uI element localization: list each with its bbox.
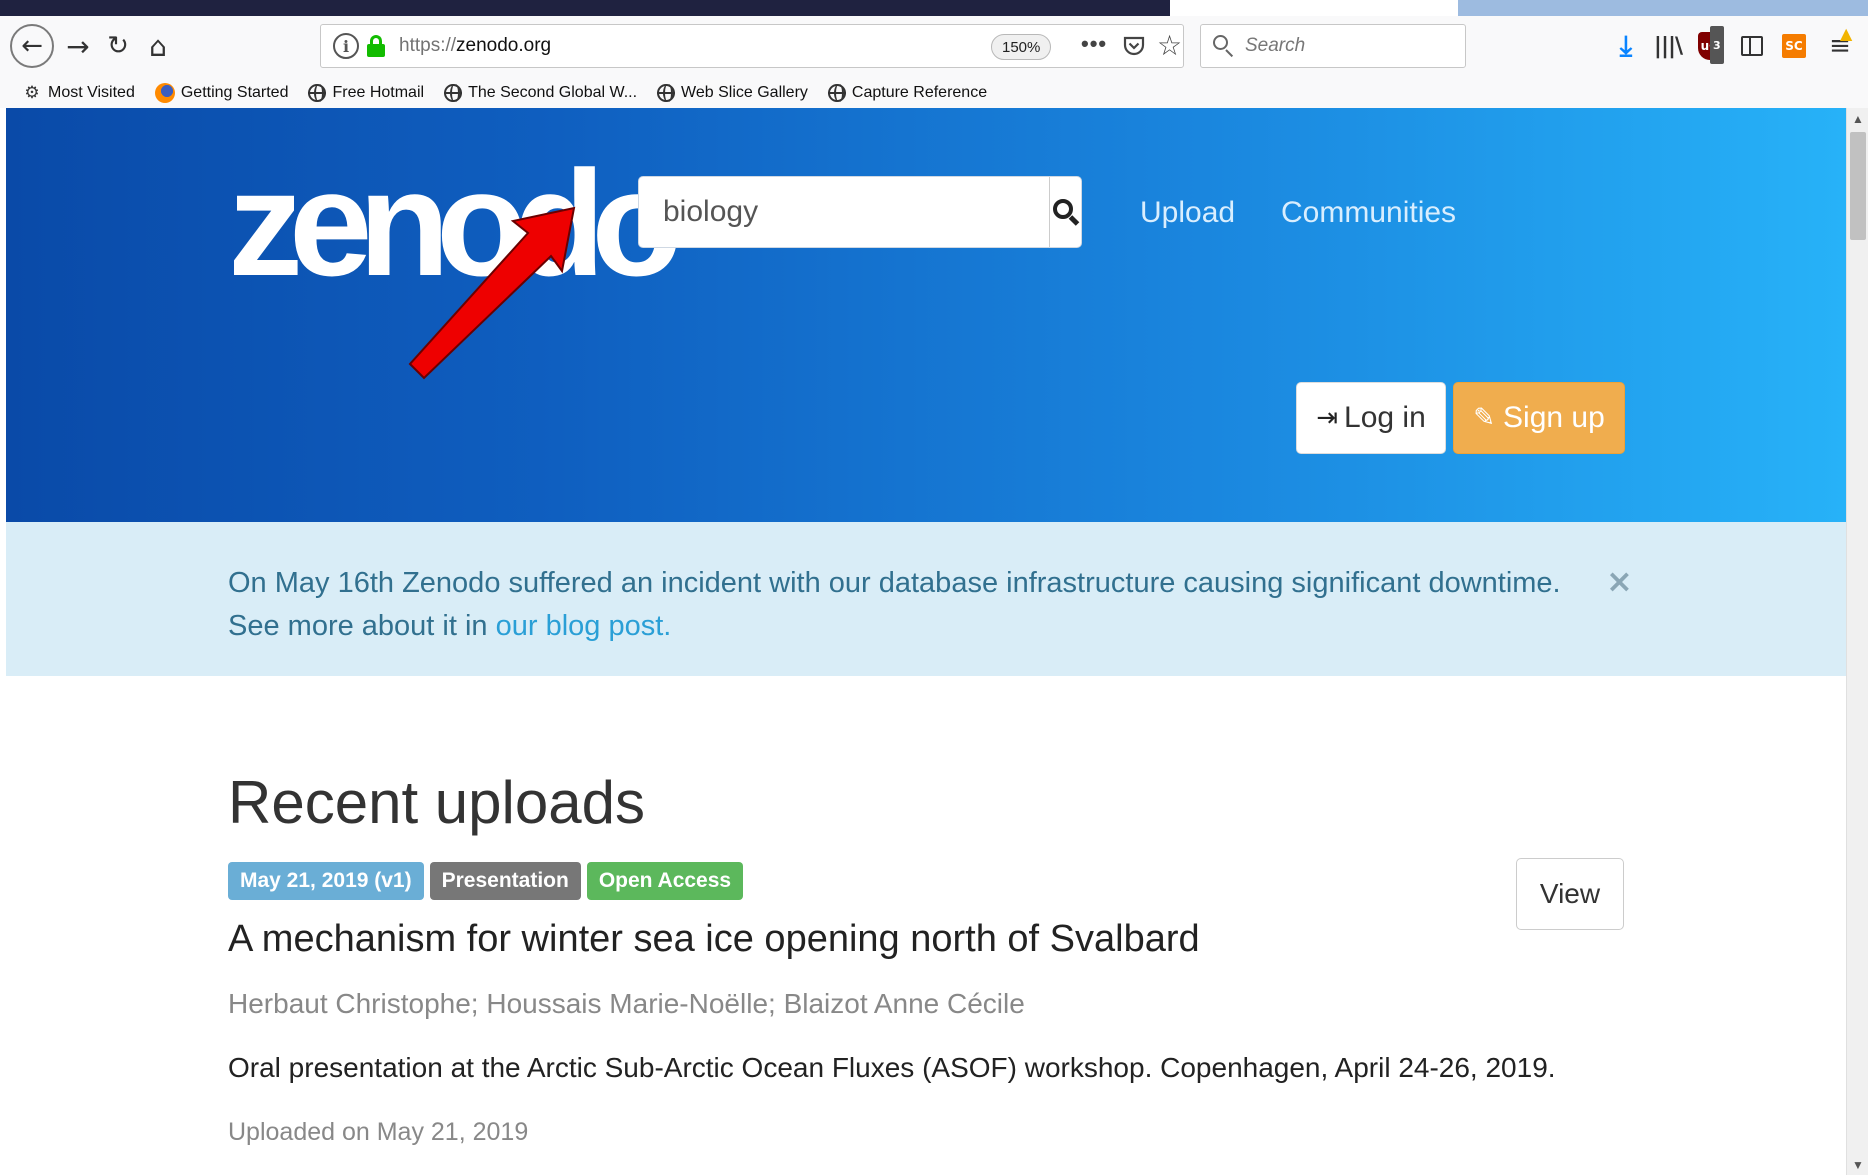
bookmark-label: Web Slice Gallery (681, 84, 808, 101)
reload-icon: ↻ (107, 31, 129, 61)
alert-text: On May 16th Zenodo suffered an incident … (228, 567, 1561, 642)
record-upload-date: Uploaded on May 21, 2019 (228, 1118, 529, 1146)
record-badges: May 21, 2019 (v1) Presentation Open Acce… (228, 862, 744, 900)
bookmark-capture-reference[interactable]: Capture Reference (827, 84, 988, 102)
bookmark-label: Most Visited (48, 84, 135, 101)
view-button[interactable]: View (1516, 858, 1624, 930)
access-badge: Open Access (586, 862, 744, 900)
url-protocol: https:// (399, 35, 457, 56)
page-viewport: zenodo Upload Communities ⇥Log in ✎Sign … (6, 108, 1846, 1175)
bookmark-web-slice-gallery[interactable]: Web Slice Gallery (657, 84, 808, 102)
globe-icon (308, 84, 327, 102)
record-title[interactable]: A mechanism for winter sea ice opening n… (228, 918, 1200, 961)
firefox-icon (154, 83, 175, 103)
arrow-left-icon: ← (21, 31, 43, 61)
ublock-badge: 3 (1710, 26, 1724, 64)
bookmark-second-global[interactable]: The Second Global W... (444, 84, 637, 102)
record-authors: Herbaut Christophe; Houssais Marie-Noëll… (228, 988, 1025, 1019)
blog-post-link[interactable]: our blog post. (496, 610, 672, 642)
zoom-indicator[interactable]: 150% (991, 34, 1052, 60)
bookmark-label: Free Hotmail (332, 84, 425, 101)
record-description: Oral presentation at the Arctic Sub-Arct… (228, 1052, 1556, 1083)
url-text[interactable]: https://zenodo.org (399, 35, 551, 57)
bookmark-free-hotmail[interactable]: Free Hotmail (308, 84, 424, 102)
login-button[interactable]: ⇥ Log in (1296, 382, 1446, 454)
scroll-up-icon[interactable]: ▲ (1852, 112, 1864, 126)
alert-message: On May 16th Zenodo suffered an incident … (228, 562, 1598, 648)
incident-alert: On May 16th Zenodo suffered an incident … (6, 522, 1846, 676)
nav-upload-link[interactable]: Upload (1140, 196, 1235, 230)
globe-icon (657, 84, 676, 102)
date-badge: May 21, 2019 (v1) (228, 862, 424, 900)
globe-icon (827, 84, 846, 102)
signup-label: Sign up (1503, 401, 1605, 434)
search-icon (1211, 33, 1237, 59)
home-icon: ⌂ (149, 29, 167, 63)
edit-icon: ✎ (1473, 403, 1496, 433)
sign-in-icon: ⇥ (1316, 403, 1339, 433)
page-scrollbar[interactable]: ▲ ▼ (1846, 108, 1868, 1175)
bookmark-label: The Second Global W... (468, 84, 638, 101)
sc-extension-icon[interactable]: SC (1778, 30, 1810, 62)
gear-icon: ⚙ (24, 83, 40, 103)
bookmark-most-visited[interactable]: ⚙ Most Visited (22, 83, 135, 103)
signup-button[interactable]: ✎ Sign up (1453, 382, 1625, 454)
scroll-down-icon[interactable]: ▼ (1852, 1158, 1864, 1172)
arrow-right-icon: → (66, 29, 90, 63)
login-label: Log in (1344, 401, 1426, 434)
sidebar-toggle-icon[interactable] (1736, 30, 1768, 62)
back-button[interactable]: ← (10, 24, 54, 68)
search-input[interactable] (639, 177, 1049, 247)
home-button[interactable]: ⌂ (138, 24, 178, 68)
ublock-icon[interactable]: uO3 (1694, 26, 1726, 64)
search-icon (1051, 197, 1081, 227)
info-icon[interactable]: i (333, 33, 359, 59)
bookmarks-toolbar: ⚙ Most Visited Getting Started Free Hotma… (0, 78, 1868, 108)
tab-strip-active (1458, 0, 1868, 16)
zenodo-logo[interactable]: zenodo (228, 148, 683, 298)
search-placeholder: Search (1245, 35, 1306, 56)
bookmark-label: Capture Reference (851, 84, 988, 101)
globe-icon (444, 84, 463, 102)
forward-button[interactable]: → (58, 24, 98, 68)
scrollbar-thumb[interactable] (1850, 132, 1866, 240)
site-header: zenodo Upload Communities ⇥Log in ✎Sign … (6, 108, 1846, 522)
tab-strip-dark (0, 0, 1170, 16)
library-icon[interactable]: |||\ (1652, 30, 1684, 62)
sc-label: SC (1782, 34, 1806, 58)
page-actions-icon[interactable]: ••• (1081, 31, 1107, 57)
browser-toolbar: ← → ↻ ⌂ i https://zenodo.org 150% ••• ☆ … (0, 16, 1868, 78)
reload-button[interactable]: ↻ (98, 24, 138, 68)
bookmark-star-icon[interactable]: ☆ (1157, 29, 1182, 62)
site-search (638, 176, 1082, 248)
lock-icon[interactable] (367, 35, 385, 57)
close-icon[interactable]: × (1606, 562, 1633, 600)
recent-uploads-heading: Recent uploads (228, 769, 645, 836)
tab-strip (0, 0, 1868, 16)
url-host: zenodo.org (456, 35, 552, 56)
search-button[interactable] (1049, 177, 1081, 247)
download-icon[interactable]: ⤓ (1610, 29, 1642, 62)
address-bar[interactable]: i https://zenodo.org 150% ••• ☆ (320, 24, 1184, 68)
bookmark-label: Getting Started (180, 84, 289, 101)
bookmark-getting-started[interactable]: Getting Started (154, 83, 289, 103)
pocket-icon[interactable] (1121, 33, 1147, 59)
nav-communities-link[interactable]: Communities (1281, 196, 1456, 230)
browser-search-field[interactable]: Search (1200, 24, 1466, 68)
warning-icon: ▲ (1840, 24, 1853, 43)
hamburger-menu-icon[interactable]: ≡ ▲ (1824, 24, 1856, 62)
type-badge: Presentation (429, 862, 581, 900)
